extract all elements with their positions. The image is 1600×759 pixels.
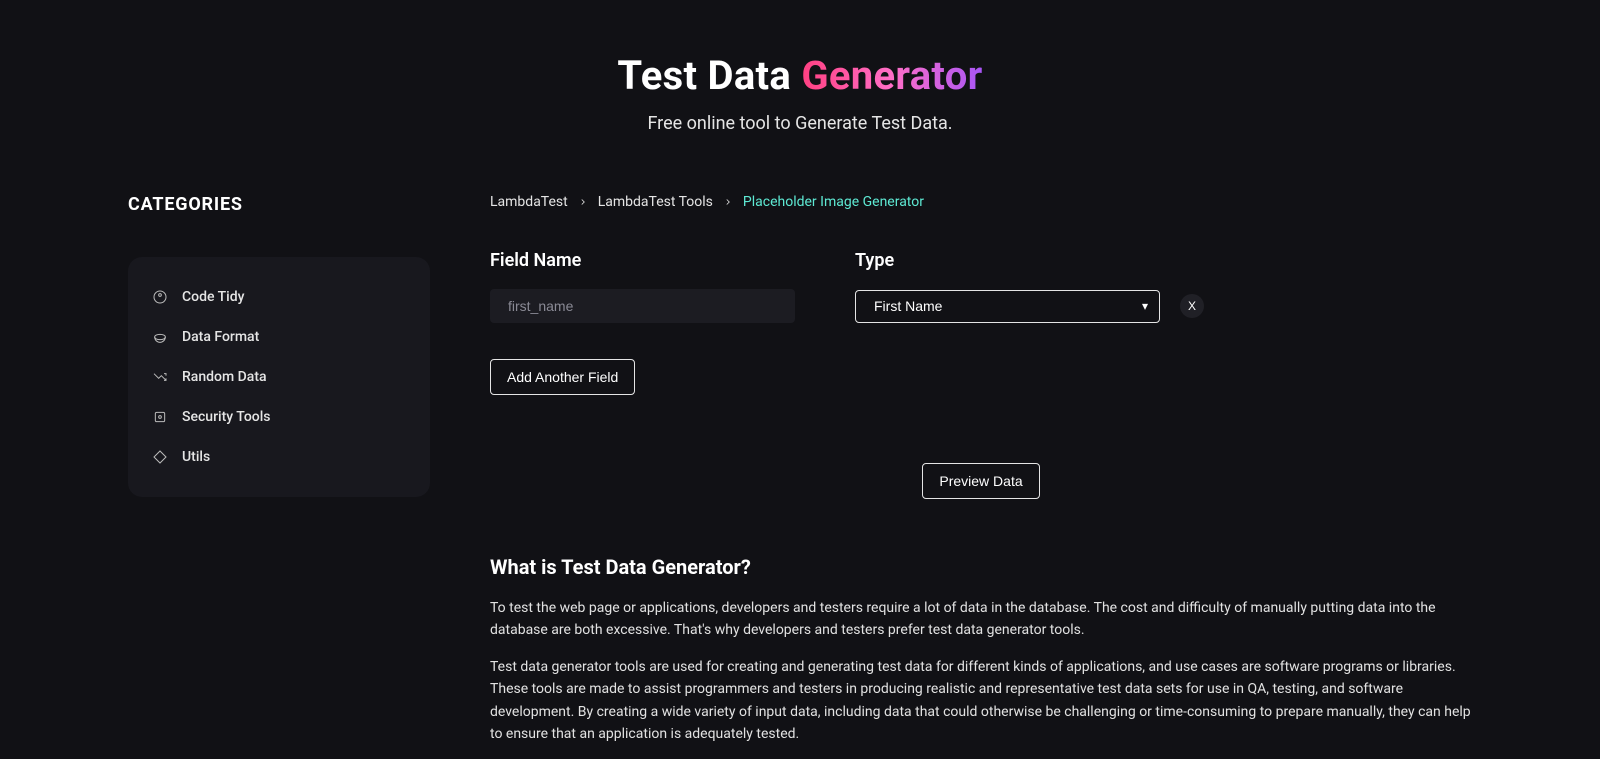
preview-data-button[interactable]: Preview Data [922, 463, 1039, 499]
article-paragraph: To test the web page or applications, de… [490, 597, 1472, 642]
sidebar-item-utils[interactable]: Utils [152, 439, 406, 475]
main-content: LambdaTest LambdaTest Tools Placeholder … [490, 194, 1472, 759]
sidebar-item-label: Security Tools [182, 409, 271, 425]
sidebar-item-label: Utils [182, 449, 210, 465]
chevron-right-icon [578, 194, 588, 210]
article-heading: What is Test Data Generator? [490, 555, 1472, 579]
sidebar: CATEGORIES Code Tidy Data Format Random … [128, 194, 430, 759]
sidebar-item-random-data[interactable]: Random Data [152, 359, 406, 395]
type-select-wrap: First Name [855, 290, 1160, 323]
categories-heading: CATEGORIES [128, 194, 430, 215]
breadcrumb-link-tools[interactable]: LambdaTest Tools [598, 194, 713, 210]
page-subtitle: Free online tool to Generate Test Data. [0, 113, 1600, 134]
add-field-button[interactable]: Add Another Field [490, 359, 635, 395]
sidebar-item-label: Code Tidy [182, 289, 244, 305]
security-tools-icon [152, 409, 168, 425]
data-format-icon [152, 329, 168, 345]
breadcrumb-current[interactable]: Placeholder Image Generator [743, 194, 924, 210]
type-select[interactable]: First Name [855, 290, 1160, 323]
remove-field-button[interactable]: X [1180, 294, 1204, 318]
sidebar-item-data-format[interactable]: Data Format [152, 319, 406, 355]
hero: Test Data Generator Free online tool to … [0, 0, 1600, 194]
article-paragraph: Test data generator tools are used for c… [490, 656, 1472, 746]
breadcrumb-link-root[interactable]: LambdaTest [490, 194, 568, 210]
field-row: First Name X [490, 289, 1472, 323]
sidebar-item-label: Random Data [182, 369, 267, 385]
sidebar-item-security-tools[interactable]: Security Tools [152, 399, 406, 435]
type-header: Type [855, 250, 1472, 271]
field-header-row: Field Name Type [490, 250, 1472, 271]
title-prefix: Test Data [617, 52, 801, 99]
title-highlight: Generator [801, 52, 982, 99]
sidebar-item-label: Data Format [182, 329, 259, 345]
field-name-header: Field Name [490, 250, 795, 271]
breadcrumb: LambdaTest LambdaTest Tools Placeholder … [490, 194, 1472, 210]
utils-icon [152, 449, 168, 465]
preview-wrap: Preview Data [490, 463, 1472, 499]
code-tidy-icon [152, 289, 168, 305]
sidebar-item-code-tidy[interactable]: Code Tidy [152, 279, 406, 315]
chevron-right-icon [723, 194, 733, 210]
page-title: Test Data Generator [0, 52, 1600, 99]
random-data-icon [152, 369, 168, 385]
categories-list: Code Tidy Data Format Random Data Securi… [128, 257, 430, 497]
field-name-input[interactable] [490, 289, 795, 323]
